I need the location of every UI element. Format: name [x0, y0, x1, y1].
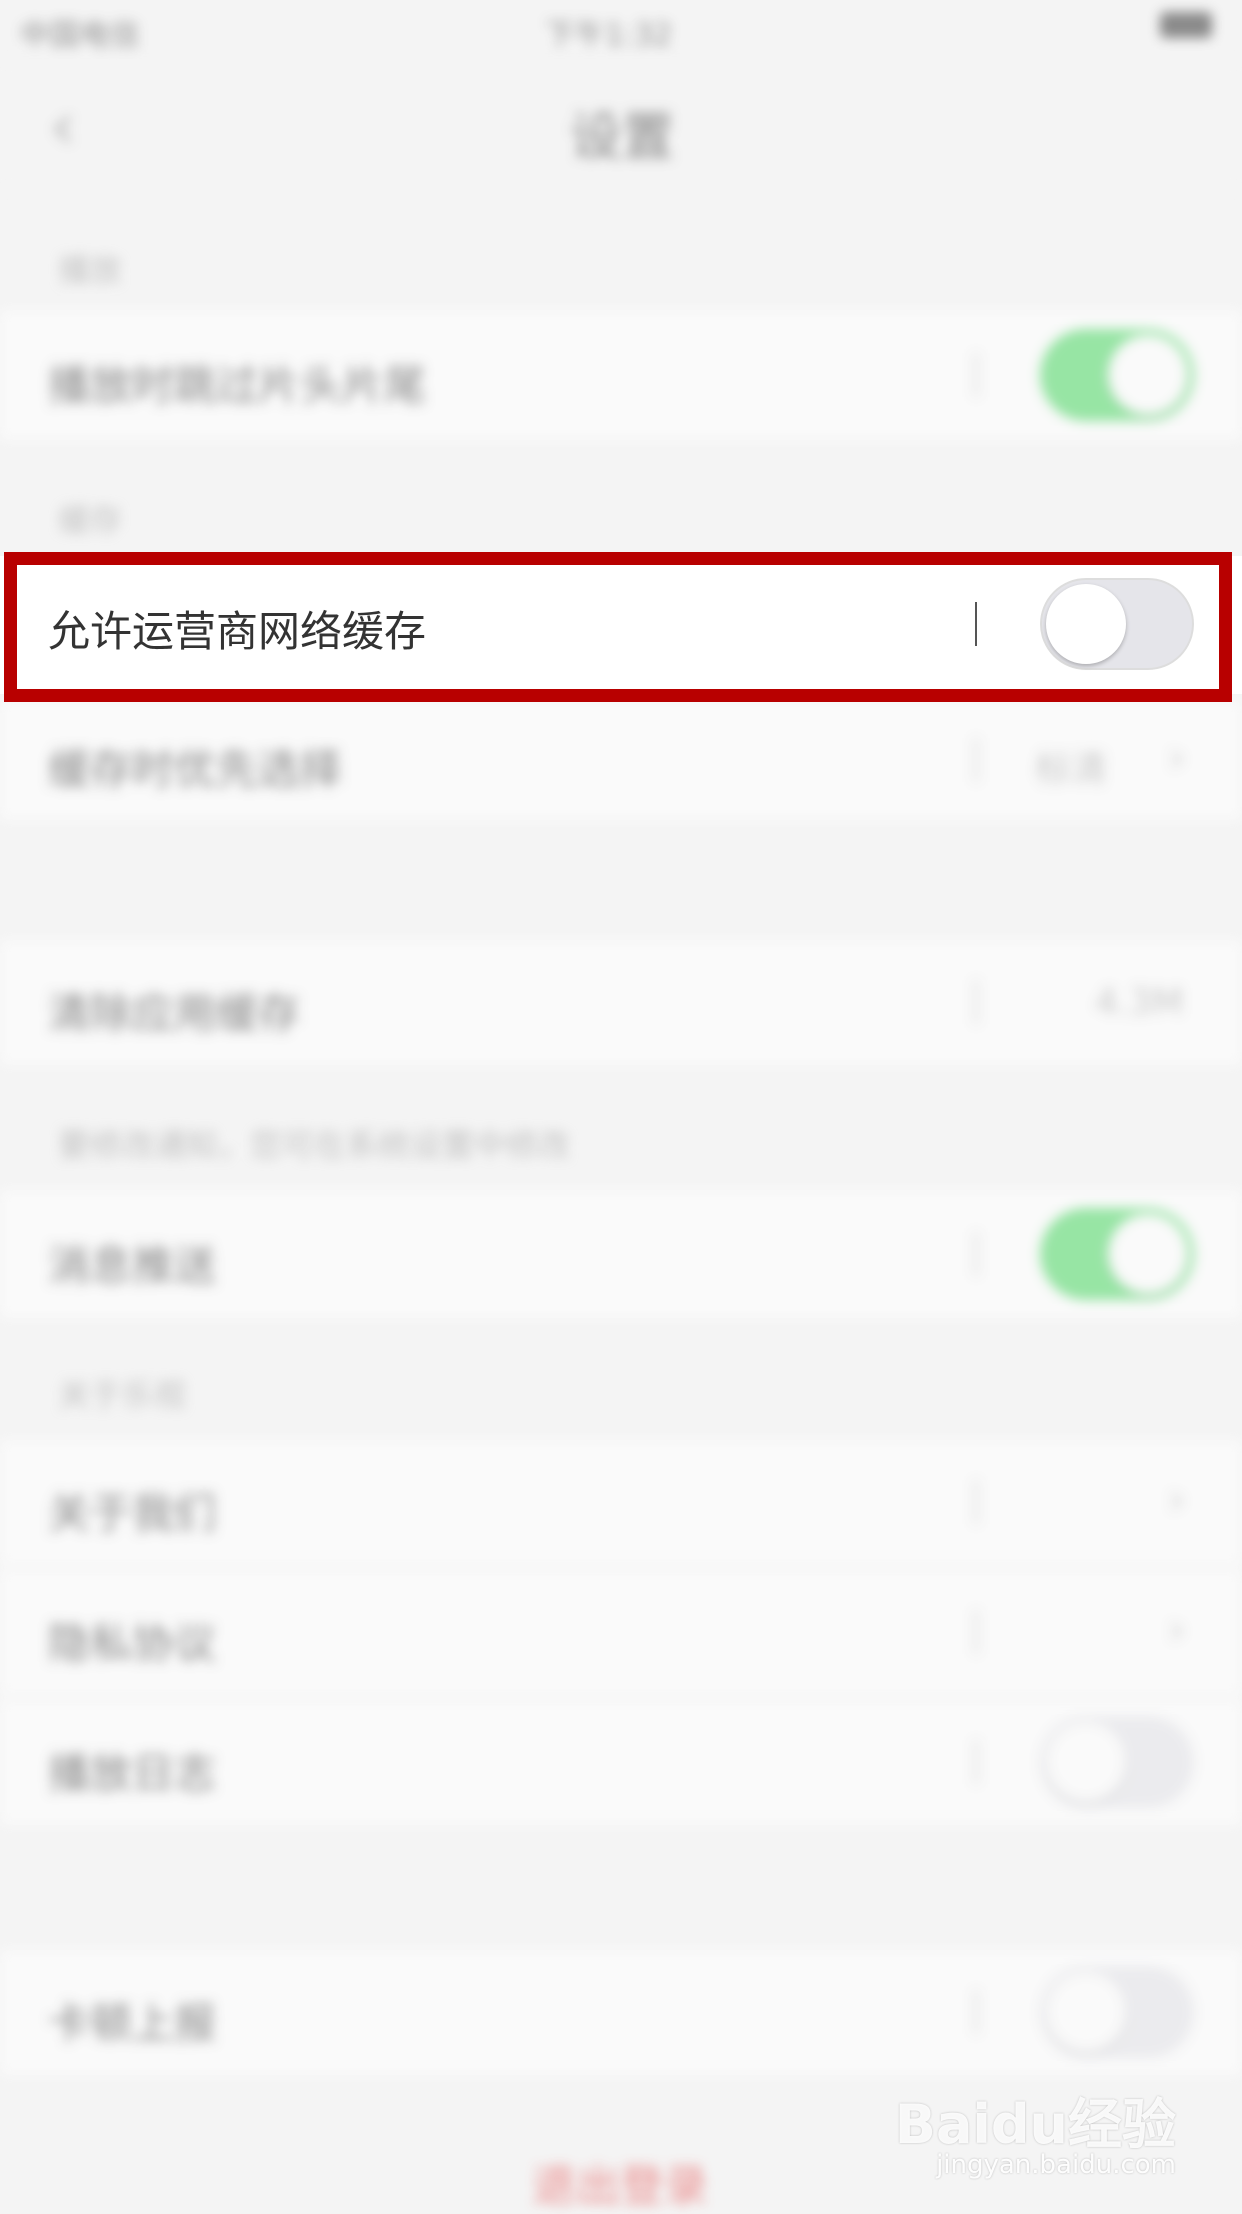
toggle-knob	[1046, 1722, 1126, 1802]
status-bar: 中国电信 下午1:32	[0, 0, 1242, 60]
chevron-right-icon: ›	[1168, 1474, 1186, 1525]
logout-button[interactable]: 退出登录	[532, 2150, 708, 2214]
blurred-settings-background: 中国电信 下午1:32 ‹ 设置 播放 播放时跳过片头片尾 缓存 缓存时优先选择…	[0, 0, 1242, 2212]
watermark-brand: Baidu经验	[894, 2093, 1176, 2156]
battery-icon	[1160, 12, 1212, 38]
row-label: 清除应用缓存	[48, 989, 301, 1038]
divider	[975, 1610, 977, 1654]
section-title-play: 播放	[58, 251, 123, 289]
nav-bar: ‹ 设置	[0, 60, 1242, 190]
row-label: 播放时跳过片头片尾	[48, 361, 427, 410]
row-skip-intro[interactable]: 播放时跳过片头片尾	[0, 310, 1242, 440]
play-log-toggle[interactable]	[1040, 1716, 1194, 1808]
row-lag-report[interactable]: 卡顿上报	[0, 1950, 1242, 2075]
row-label: 消息推送	[48, 1241, 217, 1290]
row-cache-quality[interactable]: 缓存时优先选择 标清 ›	[0, 700, 1242, 820]
row-label: 隐私协议	[48, 1619, 217, 1668]
row-label: 关于我们	[48, 1489, 217, 1538]
highlight-frame	[4, 552, 1232, 702]
row-label: 卡顿上报	[48, 1999, 217, 2048]
section-title-cache: 缓存	[58, 501, 123, 539]
cache-quality-value: 标清	[1035, 749, 1108, 790]
divider	[975, 980, 977, 1024]
chevron-left-icon[interactable]: ‹	[50, 90, 76, 164]
toggle-knob	[1108, 335, 1188, 415]
divider	[975, 1740, 977, 1784]
section-title-about: 关于乐视	[58, 1376, 187, 1414]
page-title: 设置	[570, 108, 675, 168]
divider	[975, 353, 977, 397]
divider	[975, 738, 977, 782]
chevron-right-icon: ›	[1168, 1604, 1186, 1655]
row-clear-cache[interactable]: 清除应用缓存 4.3M	[0, 940, 1242, 1065]
row-label: 播放日志	[48, 1749, 217, 1798]
push-toggle[interactable]	[1040, 1208, 1194, 1300]
divider	[975, 1480, 977, 1524]
row-play-log[interactable]: 播放日志	[0, 1700, 1242, 1825]
divider	[975, 1990, 977, 2034]
clock-label: 下午1:32	[545, 18, 673, 53]
cache-size-value: 4.3M	[1095, 982, 1184, 1023]
chevron-right-icon: ›	[1168, 732, 1186, 783]
toggle-knob	[1108, 1214, 1188, 1294]
skip-intro-toggle[interactable]	[1040, 329, 1194, 421]
divider	[975, 1232, 977, 1276]
row-push[interactable]: 消息推送	[0, 1190, 1242, 1318]
row-label: 缓存时优先选择	[48, 745, 343, 794]
row-about-us[interactable]: 关于我们 ›	[0, 1440, 1242, 1565]
watermark-url: jingyan.baidu.com	[936, 2150, 1176, 2180]
row-privacy[interactable]: 隐私协议 ›	[0, 1570, 1242, 1695]
toggle-knob	[1046, 1972, 1126, 2052]
carrier-label: 中国电信	[20, 18, 140, 53]
lag-report-toggle[interactable]	[1040, 1966, 1194, 2058]
section-title-notify: 要修改通知，您可在系统设置中修改	[58, 1126, 571, 1164]
